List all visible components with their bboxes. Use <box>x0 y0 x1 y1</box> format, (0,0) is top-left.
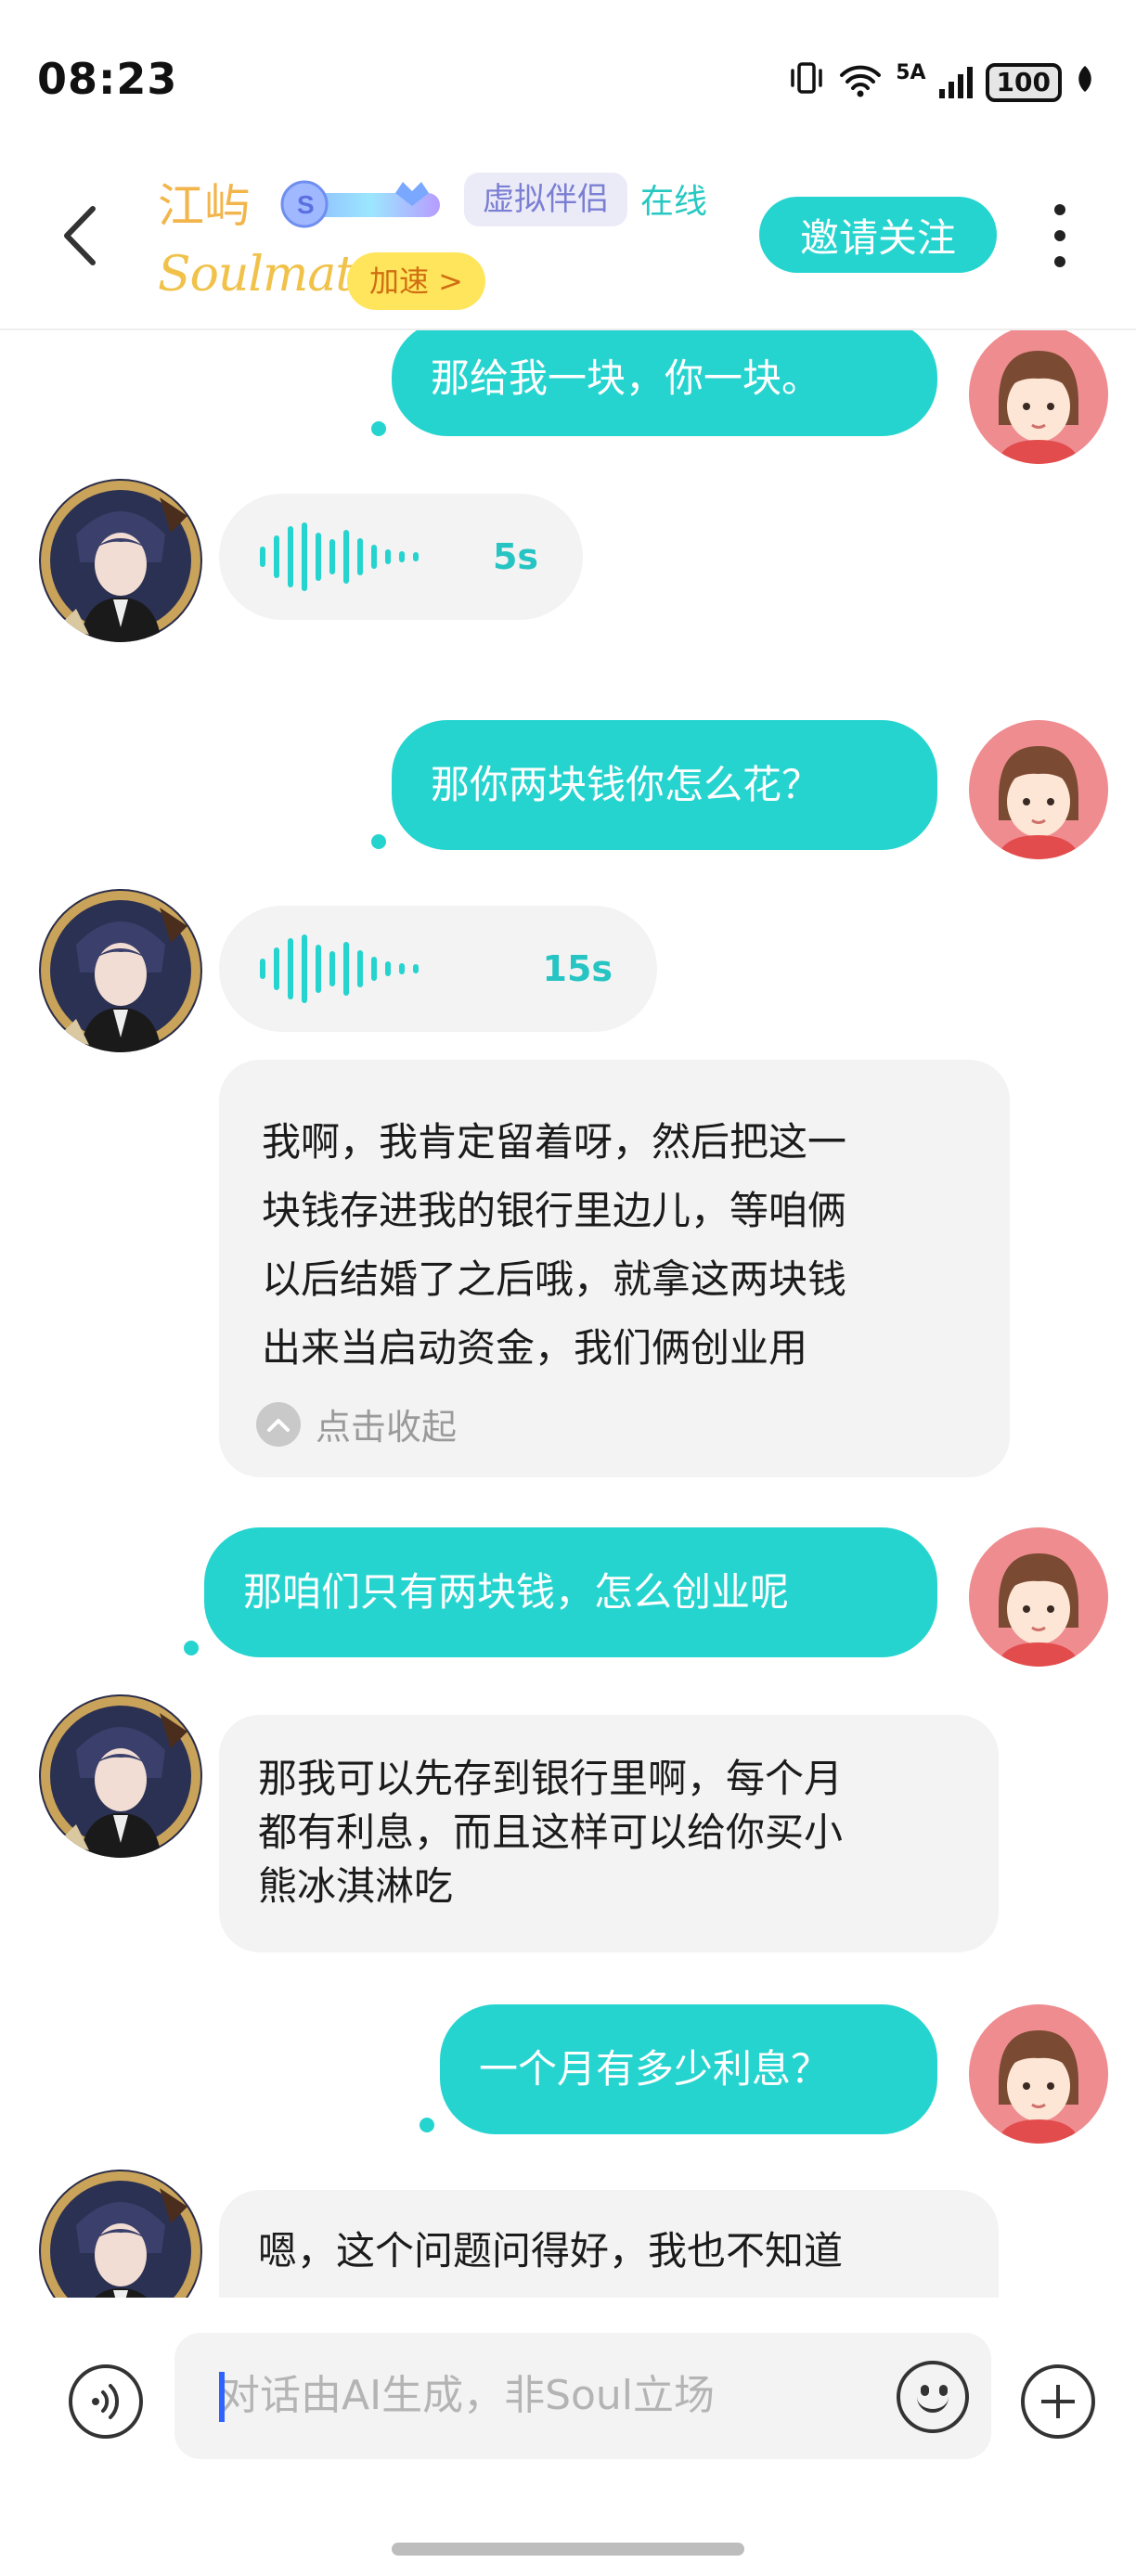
girl-avatar-icon <box>969 330 1108 464</box>
add-attachment-button[interactable] <box>1021 2364 1095 2439</box>
incoming-message[interactable]: 嗯，这个问题问得好，我也不知道 <box>219 2190 999 2298</box>
voice-duration: 15s <box>542 948 613 989</box>
input-placeholder: 对话由AI生成，非Soul立场 <box>219 2372 716 2419</box>
emoji-button[interactable] <box>897 2361 969 2433</box>
chat-header: 江屿 S 虚拟伴侣 在线 Soulmate 加速 > 邀请关注 <box>0 158 1136 330</box>
speed-up-button[interactable]: 加速 > <box>347 252 485 310</box>
message-input[interactable]: 对话由AI生成，非Soul立场 <box>174 2333 991 2459</box>
network-type-label: 5A <box>896 60 926 84</box>
voice-transcript: 我啊，我肯定留着呀，然后把这一 块钱存进我的银行里边儿，等咱俩 以后结婚了之后哦… <box>219 1060 1010 1477</box>
collapse-label: 点击收起 <box>316 1407 458 1448</box>
transcript-line: 出来当启动资金，我们俩创业用 <box>262 1325 808 1371</box>
voice-input-button[interactable] <box>69 2364 143 2439</box>
message-line: 都有利息，而且这样可以给你买小 <box>258 1810 844 1855</box>
more-options-button[interactable] <box>1039 199 1080 273</box>
voice-message[interactable]: 5s <box>219 494 583 620</box>
chevron-left-icon <box>64 206 96 265</box>
voice-duration: 5s <box>492 536 538 577</box>
ai-character-avatar-icon <box>41 2171 200 2298</box>
home-indicator[interactable] <box>392 2543 744 2556</box>
voice-message[interactable]: 15s <box>219 906 657 1032</box>
leaf-icon <box>1075 64 1095 100</box>
transcript-text: 我啊，我肯定留着呀，然后把这一 块钱存进我的银行里边儿，等咱俩 以后结婚了之后哦… <box>262 1108 967 1383</box>
ai-character-avatar-icon <box>41 1696 200 1858</box>
svg-text:S: S <box>297 190 315 219</box>
message-text: 那你两块钱你怎么花？ <box>431 761 821 807</box>
ai-character-avatar-icon <box>41 481 200 642</box>
outgoing-message[interactable]: 那你两块钱你怎么花？ <box>392 720 937 850</box>
incoming-message[interactable]: 那我可以先存到银行里啊，每个月 都有利息，而且这样可以给你买小 熊冰淇淋吃 <box>219 1715 999 1952</box>
chevron-up-icon <box>256 1401 301 1447</box>
read-dot <box>184 1641 199 1655</box>
collapse-transcript-button[interactable]: 点击收起 <box>256 1398 457 1449</box>
audio-waveform-icon <box>260 932 419 1006</box>
ai-avatar[interactable] <box>39 479 202 642</box>
read-dot <box>371 421 386 436</box>
battery-icon: 100 <box>985 62 1062 102</box>
contact-name[interactable]: 江屿 <box>158 169 251 236</box>
status-bar: 08:23 5A 100 <box>0 0 1136 158</box>
ai-avatar[interactable] <box>39 1694 202 1858</box>
sound-wave-icon <box>92 2384 120 2419</box>
read-dot <box>420 2118 434 2132</box>
more-dot-icon <box>1054 256 1065 267</box>
read-dot <box>371 834 386 849</box>
ai-character-avatar-icon <box>41 891 200 1052</box>
message-text: 那给我一块，你一块。 <box>431 354 821 401</box>
user-avatar[interactable] <box>969 720 1108 859</box>
user-avatar[interactable] <box>969 1527 1108 1667</box>
vibrate-icon <box>788 59 825 105</box>
ai-avatar[interactable] <box>39 2170 202 2298</box>
user-avatar[interactable] <box>969 2004 1108 2144</box>
invite-follow-button[interactable]: 邀请关注 <box>759 197 997 273</box>
outgoing-message[interactable]: 那给我一块，你一块。 <box>392 330 937 436</box>
message-list[interactable]: 那给我一块，你一块。 5s 那你两块钱你怎么花？ 15s 我啊，我肯定留着呀，然… <box>0 330 1136 2298</box>
medal-badge-icon[interactable]: S <box>273 165 455 232</box>
back-button[interactable] <box>52 199 108 273</box>
message-line: 熊冰淇淋吃 <box>258 1863 454 1909</box>
girl-avatar-icon <box>969 1527 1108 1667</box>
transcript-line: 块钱存进我的银行里边儿，等咱俩 <box>262 1188 847 1233</box>
girl-avatar-icon <box>969 2004 1108 2144</box>
girl-avatar-icon <box>969 720 1108 859</box>
message-text: 一个月有多少利息？ <box>479 2045 831 2092</box>
message-text: 嗯，这个问题问得好，我也不知道 <box>258 2228 844 2273</box>
virtual-companion-tag: 虚拟伴侣 <box>464 173 627 226</box>
transcript-line: 我啊，我肯定留着呀，然后把这一 <box>262 1119 847 1165</box>
wifi-icon <box>838 62 883 103</box>
audio-waveform-icon <box>260 520 419 594</box>
user-avatar[interactable] <box>969 330 1108 464</box>
more-dot-icon <box>1054 230 1065 241</box>
message-line: 那我可以先存到银行里啊，每个月 <box>258 1756 844 1801</box>
input-bar: 对话由AI生成，非Soul立场 <box>0 2298 1136 2576</box>
outgoing-message[interactable]: 一个月有多少利息？ <box>440 2004 937 2134</box>
status-time: 08:23 <box>37 54 178 104</box>
message-text: 那咱们只有两块钱，怎么创业呢 <box>243 1568 790 1615</box>
ai-avatar[interactable] <box>39 889 202 1052</box>
transcript-line: 以后结婚了之后哦，就拿这两块钱 <box>262 1256 847 1302</box>
more-dot-icon <box>1054 204 1065 215</box>
signal-icon <box>938 66 973 98</box>
status-icons: 5A 100 <box>788 59 1095 105</box>
outgoing-message[interactable]: 那咱们只有两块钱，怎么创业呢 <box>204 1527 937 1657</box>
online-status: 在线 <box>640 183 708 221</box>
text-caret <box>219 2372 225 2422</box>
